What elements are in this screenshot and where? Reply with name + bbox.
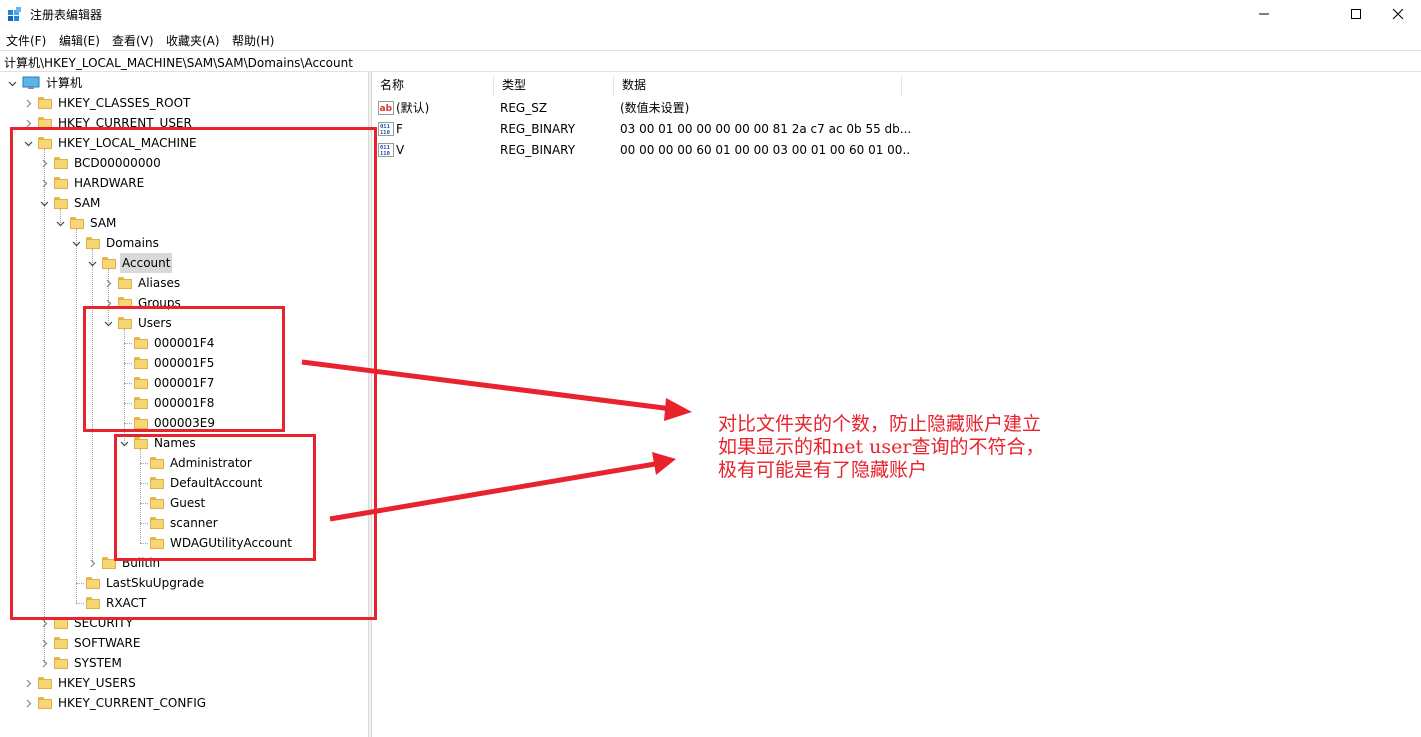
value-name: F — [396, 122, 403, 136]
address-path[interactable]: 计算机\HKEY_LOCAL_MACHINE\SAM\SAM\Domains\A… — [4, 54, 353, 71]
menu-favorites[interactable]: 收藏夹(A) — [166, 32, 220, 49]
folder-icon — [54, 657, 68, 669]
string-value-icon: ab — [378, 101, 394, 115]
value-row[interactable]: 011 110 V REG_BINARY 00 00 00 00 60 01 0… — [372, 140, 1421, 160]
tree-root[interactable]: 计算机 — [6, 73, 84, 93]
menu-file[interactable]: 文件(F) — [6, 32, 46, 49]
registry-editor-icon — [8, 7, 21, 21]
value-row[interactable]: 011 110 F REG_BINARY 03 00 01 00 00 00 0… — [372, 119, 1421, 139]
value-name: (默认) — [396, 101, 430, 115]
column-header-name[interactable]: 名称 — [372, 76, 494, 96]
menu-help[interactable]: 帮助(H) — [232, 32, 274, 49]
close-icon — [1392, 8, 1404, 20]
svg-text:110: 110 — [380, 130, 390, 136]
tree-item-label: HKEY_CURRENT_CONFIG — [58, 696, 207, 710]
value-row[interactable]: ab (默认) REG_SZ (数值未设置) — [372, 98, 1421, 118]
title-bar: 注册表编辑器 — [0, 0, 1421, 28]
value-name: V — [396, 143, 405, 157]
menu-edit[interactable]: 编辑(E) — [59, 32, 100, 49]
svg-text:ab: ab — [380, 104, 393, 114]
value-data: 03 00 01 00 00 00 00 00 81 2a c7 ac 0b 5… — [620, 122, 910, 136]
chevron-down-icon[interactable] — [6, 77, 18, 89]
chevron-right-icon[interactable] — [22, 697, 34, 709]
window-title: 注册表编辑器 — [30, 8, 103, 22]
chevron-right-icon[interactable] — [22, 97, 34, 109]
chevron-right-icon[interactable] — [22, 677, 34, 689]
tree-item-software[interactable]: SOFTWARE — [38, 633, 142, 653]
column-header-type[interactable]: 类型 — [494, 76, 614, 96]
chevron-right-icon[interactable] — [38, 657, 50, 669]
highlight-box-names — [114, 434, 316, 561]
computer-icon — [22, 76, 40, 89]
value-type: REG_BINARY — [500, 122, 576, 136]
chevron-right-icon[interactable] — [38, 637, 50, 649]
column-header-data[interactable]: 数据 — [614, 76, 902, 96]
minimize-icon — [1259, 13, 1269, 15]
annotation-text: 对比文件夹的个数，防止隐藏账户建立 如果显示的和net user查询的不符合， … — [718, 413, 1045, 481]
close-button[interactable] — [1375, 0, 1421, 28]
folder-icon — [38, 697, 52, 709]
tree-root-label: 计算机 — [46, 76, 83, 90]
binary-value-icon: 011 110 — [378, 143, 394, 157]
menu-view[interactable]: 查看(V) — [112, 32, 154, 49]
value-type: REG_SZ — [500, 101, 548, 115]
menu-bar: 文件(F) 编辑(E) 查看(V) 收藏夹(A) 帮助(H) — [0, 29, 1421, 49]
tree-item-hkey-users[interactable]: HKEY_USERS — [22, 673, 138, 693]
tree-item-label: HKEY_CLASSES_ROOT — [58, 96, 191, 110]
value-type: REG_BINARY — [500, 143, 576, 157]
value-list[interactable]: 名称 类型 数据 ab (默认) REG_SZ (数值未设置) 011 110 … — [372, 72, 1421, 737]
tree-item-label: SOFTWARE — [74, 636, 141, 650]
minimize-button[interactable] — [1241, 0, 1287, 28]
folder-icon — [38, 677, 52, 689]
address-bar[interactable]: 计算机\HKEY_LOCAL_MACHINE\SAM\SAM\Domains\A… — [0, 50, 1421, 72]
folder-icon — [38, 97, 52, 109]
value-data: (数值未设置) — [620, 101, 690, 115]
value-data: 00 00 00 00 60 01 00 00 03 00 01 00 60 0… — [620, 143, 910, 157]
folder-icon — [54, 637, 68, 649]
tree-item-label: HKEY_USERS — [58, 676, 136, 690]
binary-value-icon: 011 110 — [378, 122, 394, 136]
tree-item-label: SYSTEM — [74, 656, 122, 670]
tree-item-hkey-classes-root[interactable]: HKEY_CLASSES_ROOT — [22, 93, 192, 113]
maximize-button[interactable] — [1333, 0, 1379, 28]
svg-text:110: 110 — [380, 151, 390, 157]
maximize-icon — [1351, 9, 1361, 19]
tree-item-system[interactable]: SYSTEM — [38, 653, 124, 673]
highlight-box-users — [83, 306, 285, 432]
tree-item-hkey-current-config[interactable]: HKEY_CURRENT_CONFIG — [22, 693, 208, 713]
